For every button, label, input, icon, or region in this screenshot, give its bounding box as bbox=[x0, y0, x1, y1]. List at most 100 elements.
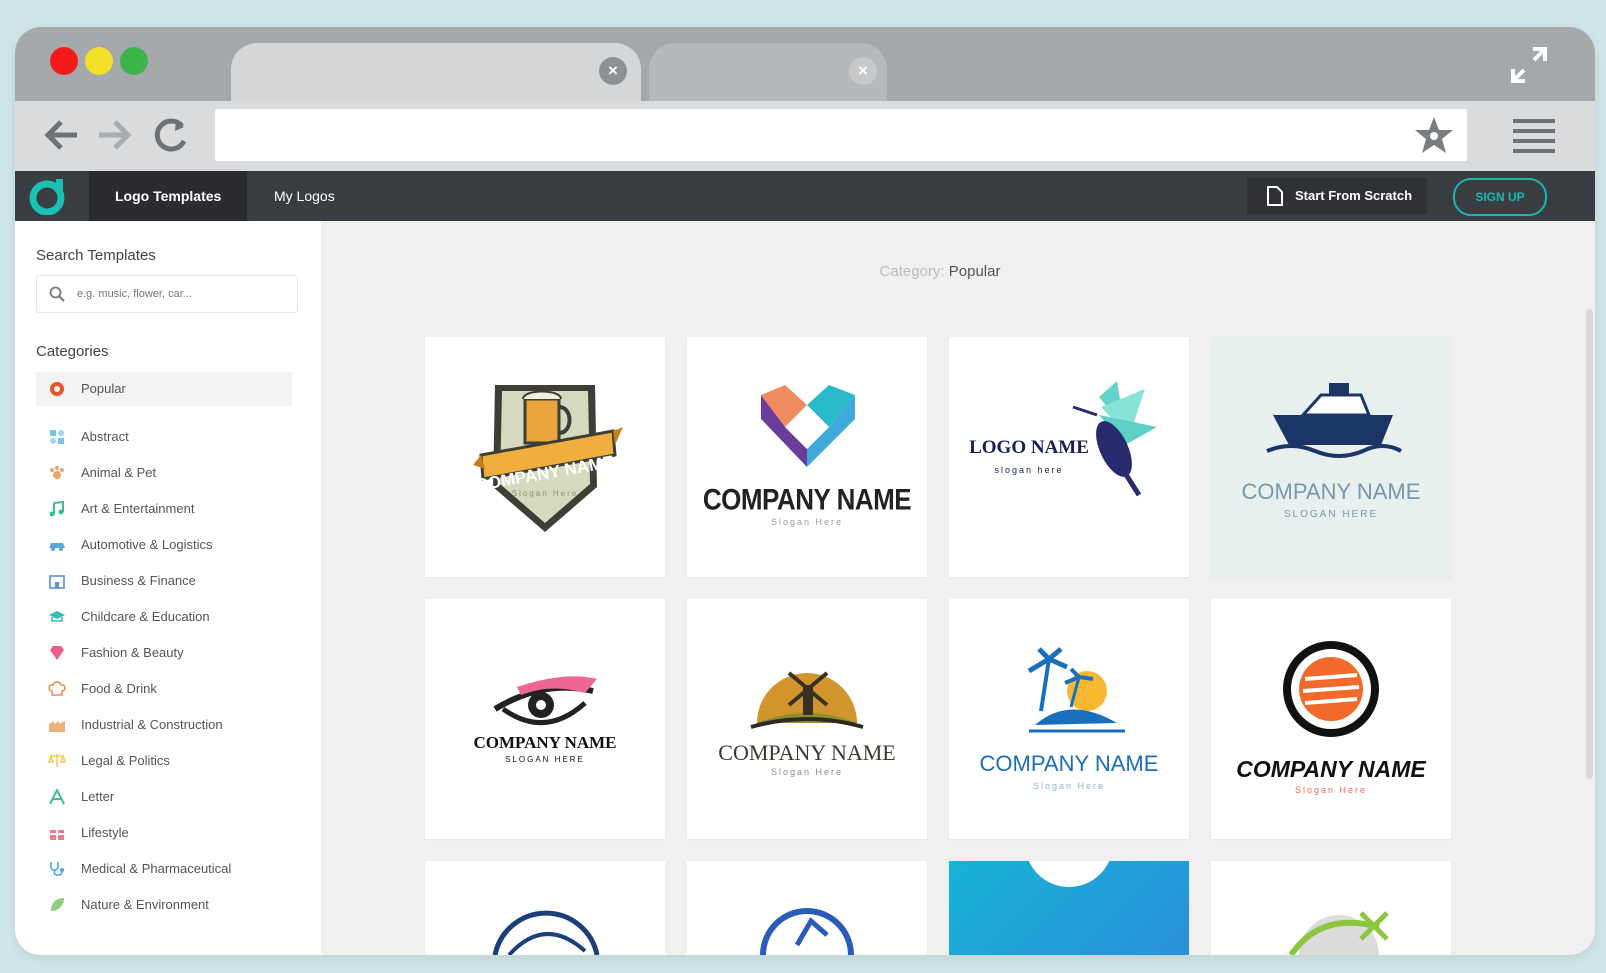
sidebar-item-medical-pharmaceutical[interactable]: Medical & Pharmaceutical bbox=[36, 852, 292, 886]
sidebar-item-lifestyle[interactable]: Lifestyle bbox=[36, 816, 292, 850]
address-bar[interactable] bbox=[215, 109, 1467, 161]
template-card[interactable] bbox=[1211, 861, 1451, 955]
category-value: Popular bbox=[948, 263, 1001, 280]
browser-tab[interactable]: × bbox=[649, 43, 887, 101]
hamburger-menu-icon[interactable] bbox=[1513, 119, 1555, 153]
sidebar-item-label: Fashion & Beauty bbox=[81, 645, 184, 660]
close-window-button[interactable] bbox=[50, 47, 78, 75]
tab-close-icon[interactable]: × bbox=[599, 57, 627, 85]
sidebar-item-label: Animal & Pet bbox=[81, 465, 157, 480]
sidebar-item-food-drink[interactable]: Food & Drink bbox=[36, 672, 292, 706]
app-navbar: Logo Templates My Logos Start From Scrat… bbox=[15, 171, 1595, 221]
back-arrow-icon[interactable] bbox=[41, 115, 83, 155]
template-card[interactable] bbox=[949, 861, 1189, 955]
scales-icon bbox=[48, 753, 66, 767]
search-icon bbox=[49, 286, 65, 302]
document-icon bbox=[1267, 186, 1283, 206]
sidebar-item-art-entertainment[interactable]: Art & Entertainment bbox=[36, 492, 292, 526]
eye-lash-logo-icon bbox=[493, 676, 597, 725]
sidebar-item-letter[interactable]: Letter bbox=[36, 780, 292, 814]
template-slogan: SLOGAN HERE bbox=[1283, 509, 1379, 520]
app-logo-icon[interactable] bbox=[29, 177, 69, 215]
sidebar-item-legal-politics[interactable]: Legal & Politics bbox=[36, 744, 292, 778]
sidebar-item-nature-environment[interactable]: Nature & Environment bbox=[36, 888, 292, 922]
template-name: COMPANY NAME bbox=[1236, 756, 1426, 782]
sidebar-item-label: Industrial & Construction bbox=[81, 717, 223, 732]
sidebar-item-childcare-education[interactable]: Childcare & Education bbox=[36, 600, 292, 634]
tab-my-logos[interactable]: My Logos bbox=[248, 171, 361, 221]
sidebar-item-label: Business & Finance bbox=[81, 573, 196, 588]
tab-close-icon[interactable]: × bbox=[849, 57, 877, 85]
template-card[interactable]: COMPANY NAME SLOGAN HERE bbox=[425, 599, 665, 839]
template-card[interactable]: COMPANY NAME Slogan Here bbox=[1211, 599, 1451, 839]
sidebar-item-animal-pet[interactable]: Animal & Pet bbox=[36, 456, 292, 490]
template-card[interactable]: COMPANY NAME SLOGAN HERE bbox=[1211, 337, 1451, 577]
template-name: COMPANY NAME bbox=[473, 733, 617, 752]
scrollbar[interactable] bbox=[1586, 309, 1593, 779]
factory-icon bbox=[49, 721, 65, 732]
search-box[interactable] bbox=[36, 275, 298, 313]
sidebar-item-automotive-logistics[interactable]: Automotive & Logistics bbox=[36, 528, 292, 562]
sidebar-item-fashion-beauty[interactable]: Fashion & Beauty bbox=[36, 636, 292, 670]
template-name: COMPANY NAME bbox=[1241, 479, 1421, 504]
sidebar-item-abstract[interactable]: Abstract bbox=[36, 420, 292, 454]
circle-swoosh-logo-icon bbox=[492, 910, 600, 955]
browser-toolbar bbox=[15, 101, 1595, 171]
dots-circle-logo-icon bbox=[949, 861, 1189, 955]
chef-hat-icon bbox=[48, 681, 66, 696]
geometric-heart-logo-icon bbox=[761, 385, 855, 467]
building-icon bbox=[49, 575, 65, 589]
sign-up-button[interactable]: SIGN UP bbox=[1453, 178, 1547, 216]
sidebar-item-industrial-construction[interactable]: Industrial & Construction bbox=[36, 708, 292, 742]
sidebar-item-label: Legal & Politics bbox=[81, 753, 170, 768]
forward-arrow-icon[interactable] bbox=[93, 115, 135, 155]
template-slogan: SLOGAN HERE bbox=[505, 755, 585, 764]
tab-logo-templates[interactable]: Logo Templates bbox=[89, 171, 248, 221]
fullscreen-icon[interactable] bbox=[1509, 45, 1549, 85]
sidebar-item-label: Letter bbox=[81, 789, 115, 804]
template-card[interactable]: COMPANY NAME Slogan Here bbox=[687, 337, 927, 577]
graduation-cap-icon bbox=[49, 611, 65, 622]
template-card[interactable]: COMPANY NAME Slogan Here bbox=[425, 337, 665, 577]
template-slogan: Slogan Here bbox=[1032, 781, 1106, 791]
bookmark-star-icon[interactable] bbox=[1413, 115, 1455, 155]
template-slogan: Slogan Here bbox=[770, 767, 844, 777]
sidebar-item-popular[interactable]: Popular bbox=[36, 372, 292, 406]
sidebar-item-label: Food & Drink bbox=[81, 681, 157, 696]
sidebar-item-label: Art & Entertainment bbox=[81, 501, 195, 516]
template-card[interactable] bbox=[687, 861, 927, 955]
template-name: COMPANY NAME bbox=[702, 481, 912, 517]
sidebar-item-label: Lifestyle bbox=[81, 825, 129, 840]
start-from-scratch-button[interactable]: Start From Scratch bbox=[1247, 178, 1427, 214]
template-card[interactable]: COMPANY NAME Slogan Here bbox=[949, 599, 1189, 839]
template-slogan: slogan here bbox=[994, 465, 1064, 475]
letter-a-icon bbox=[49, 789, 65, 805]
car-icon bbox=[49, 543, 65, 551]
browser-tab-active[interactable]: × bbox=[231, 43, 641, 101]
cruise-ship-logo-icon bbox=[1266, 383, 1402, 458]
leaf-icon bbox=[51, 898, 64, 911]
template-gallery: Category: Popular COMPANY NAME Slogan Her… bbox=[322, 221, 1595, 955]
popular-icon bbox=[50, 382, 64, 396]
category-indicator: Category: Popular bbox=[322, 263, 1558, 280]
sidebar: Search Templates Categories Popular Abstr… bbox=[15, 221, 322, 955]
sidebar-item-label: Automotive & Logistics bbox=[81, 537, 213, 552]
start-from-scratch-label: Start From Scratch bbox=[1295, 188, 1413, 203]
blue-circle-logo-icon bbox=[760, 908, 854, 955]
sidebar-item-label: Childcare & Education bbox=[81, 609, 210, 624]
sidebar-item-label: Abstract bbox=[81, 429, 129, 444]
template-card[interactable] bbox=[425, 861, 665, 955]
minimize-window-button[interactable] bbox=[85, 47, 113, 75]
gift-icon bbox=[50, 827, 64, 840]
planet-logo-icon bbox=[1288, 911, 1389, 955]
template-card[interactable]: COMPANY NAME Slogan Here bbox=[687, 599, 927, 839]
sidebar-item-business-finance[interactable]: Business & Finance bbox=[36, 564, 292, 598]
reload-icon[interactable] bbox=[151, 115, 191, 155]
search-input[interactable] bbox=[75, 280, 289, 308]
template-card[interactable]: LOGO NAME slogan here bbox=[949, 337, 1189, 577]
stethoscope-icon bbox=[50, 862, 64, 876]
sushi-roll-logo-icon bbox=[1283, 641, 1379, 737]
palm-island-logo-icon bbox=[1027, 647, 1125, 733]
sidebar-item-label: Medical & Pharmaceutical bbox=[81, 861, 232, 876]
maximize-window-button[interactable] bbox=[120, 47, 148, 75]
